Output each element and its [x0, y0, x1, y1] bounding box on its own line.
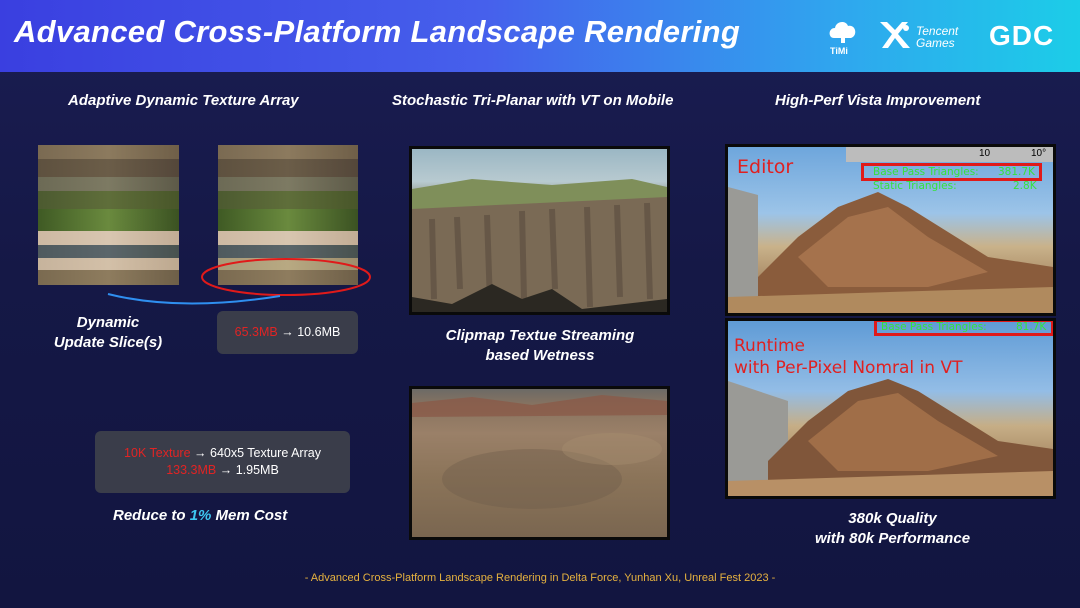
- gdc-logo: GDC: [989, 20, 1055, 51]
- slide-title: Advanced Cross-Platform Landscape Render…: [14, 14, 741, 49]
- caption-line: Clipmap Textue Streaming: [445, 327, 635, 344]
- heading-tri-planar: Stochastic Tri-Planar with VT on Mobile: [392, 92, 674, 109]
- rotation-snap-value: 10°: [1031, 148, 1047, 159]
- runtime-base-pass-value: 81.7K: [1016, 321, 1047, 333]
- runtime-base-pass-label: Base Pass Triangles:: [881, 321, 987, 333]
- memory-box-line: 10K Texture → 640x5 Texture Array: [95, 445, 350, 462]
- editor-base-pass-label: Base Pass Triangles:: [873, 166, 979, 178]
- clipmap-caption: Clipmap Textue Streaming based Wetness: [420, 326, 660, 366]
- memory-new-value: 1.95MB: [235, 463, 279, 477]
- arrow-icon: →: [194, 446, 207, 460]
- texture-count-new: 640x5 Texture Array: [210, 446, 321, 460]
- vista-caption: 380k Quality with 80k Performance: [775, 509, 1010, 549]
- timi-logo-text: TiMi: [830, 46, 848, 56]
- caption-line: with 80k Performance: [814, 530, 971, 547]
- tencent-games-logo-text: Tencent Games: [916, 25, 958, 49]
- reduce-percent: 1%: [189, 507, 212, 524]
- footer-citation: - Advanced Cross-Platform Landscape Rend…: [304, 572, 776, 584]
- memory-box-slice: 65.3MB → 10.6MB: [217, 311, 358, 354]
- editor-toolbar: 10 10°: [846, 147, 1053, 162]
- editor-static-label: Static Triangles:: [873, 180, 957, 192]
- texture-count-old: 10K Texture: [124, 446, 191, 460]
- reduce-suffix: Mem Cost: [211, 507, 288, 524]
- dynamic-update-caption: Dynamic Update Slice(s): [40, 313, 176, 353]
- caption-line: based Wetness: [485, 347, 595, 364]
- caption-line: 380k Quality: [848, 510, 937, 527]
- editor-label: Editor: [737, 156, 794, 178]
- reduce-prefix: Reduce to: [113, 507, 190, 524]
- editor-static-value: 2.8K: [1013, 180, 1037, 192]
- memory-new-value: 10.6MB: [297, 325, 341, 339]
- runtime-label-line: Runtime: [734, 336, 806, 356]
- heading-vista: High-Perf Vista Improvement: [775, 92, 981, 109]
- runtime-label-line: with Per-Pixel Nomral in VT: [734, 358, 963, 378]
- arrow-icon: →: [219, 463, 233, 477]
- memory-old-value: 133.3MB: [166, 463, 217, 477]
- arrow-icon: →: [281, 325, 294, 339]
- grid-snap-value: 10: [979, 148, 991, 159]
- runtime-label: Runtime with Per-Pixel Nomral in VT: [734, 335, 962, 379]
- tencent-games-logo-icon: [880, 22, 910, 48]
- update-slice-annotation: [107, 258, 371, 305]
- caption-line: Dynamic: [76, 314, 140, 331]
- reduce-mem-caption: Reduce to 1% Mem Cost: [95, 506, 310, 526]
- cliff-render-screenshot: [409, 146, 670, 315]
- wetness-render-screenshot: [409, 386, 670, 540]
- memory-old-value: 65.3MB: [234, 325, 278, 339]
- heading-texture-array: Adaptive Dynamic Texture Array: [68, 92, 299, 109]
- runtime-vista-screenshot: Base Pass Triangles: 81.7K Runtime with …: [725, 318, 1056, 499]
- editor-vista-screenshot: 10 10° Editor Base Pass Triangles: 381.7…: [725, 144, 1056, 316]
- header-banner: Advanced Cross-Platform Landscape Render…: [0, 0, 1080, 72]
- caption-line: Update Slice(s): [53, 334, 163, 351]
- editor-base-pass-value: 381.7K: [998, 166, 1035, 178]
- games-text: Games: [916, 36, 955, 50]
- memory-box-line: 133.3MB → 1.95MB: [95, 462, 350, 479]
- memory-box-array: 10K Texture → 640x5 Texture Array 133.3M…: [95, 431, 350, 493]
